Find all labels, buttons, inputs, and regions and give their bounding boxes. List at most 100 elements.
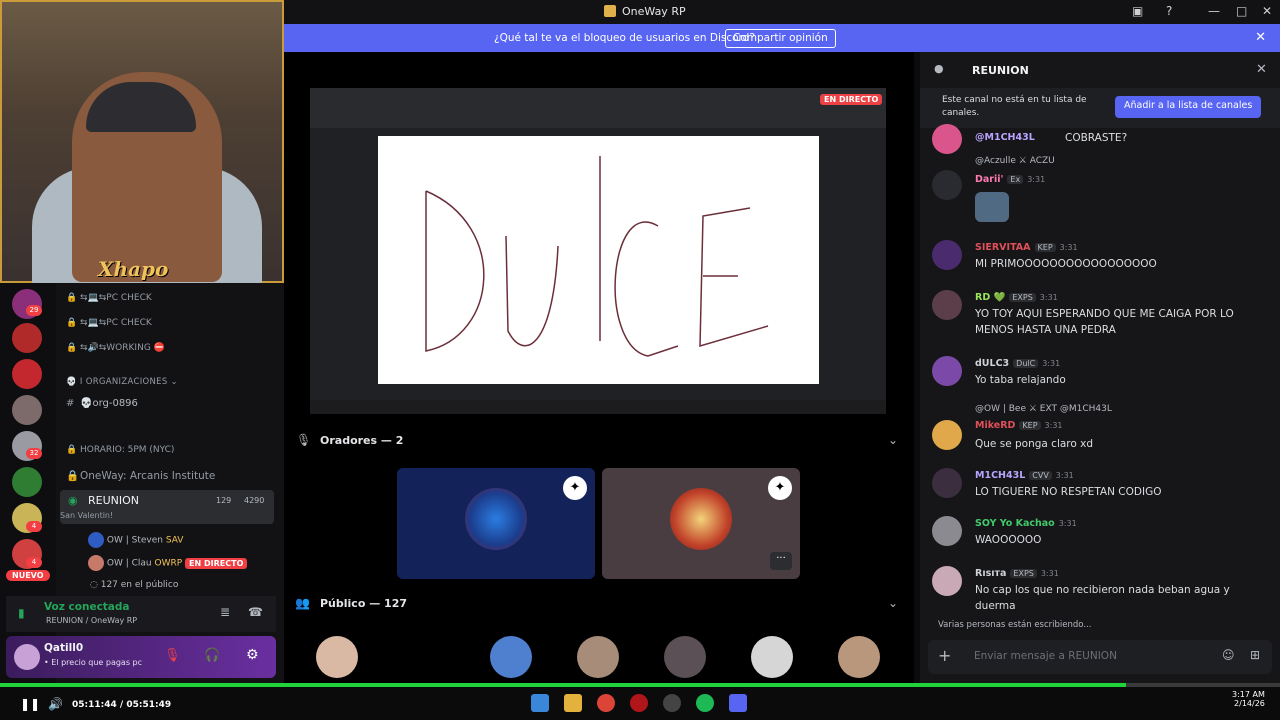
avatar[interactable]	[838, 636, 880, 678]
emoji-icon[interactable]: ☺	[1222, 648, 1235, 662]
sticker-image[interactable]	[975, 192, 1009, 222]
start-icon[interactable]	[531, 694, 549, 712]
new-badge[interactable]: NUEVO	[6, 570, 50, 581]
disconnect-icon[interactable]: ☎	[248, 605, 263, 619]
chrome-icon[interactable]	[597, 694, 615, 712]
avatar[interactable]	[932, 516, 962, 546]
screen-share-stream[interactable]	[310, 88, 886, 414]
maximize-button[interactable]: □	[1236, 4, 1247, 18]
voice-member[interactable]: OW | Clau OWRP EN DIRECTO	[88, 555, 248, 571]
channel-item[interactable]: 🔒 ⇆💻⇆PC CHECK	[66, 293, 152, 303]
stage-mod-icon: ✦	[768, 476, 792, 500]
avatar[interactable]	[932, 420, 962, 450]
avatar[interactable]	[932, 170, 962, 200]
discord-icon[interactable]	[729, 694, 747, 712]
voice-location: REUNION / OneWay RP	[46, 616, 138, 625]
server-icon[interactable]	[12, 395, 42, 425]
avatar[interactable]	[932, 290, 962, 320]
avatar[interactable]	[932, 468, 962, 498]
timestamp: 3:31	[1042, 359, 1061, 368]
close-icon[interactable]: ✕	[1255, 30, 1266, 45]
volume-icon[interactable]: 🔊	[48, 697, 63, 711]
channel-institute[interactable]: 🔒OneWay: Arcanis Institute	[66, 469, 215, 482]
avatar[interactable]	[14, 644, 40, 670]
avatar[interactable]	[316, 636, 358, 678]
message-text: MI PRIMOOOOOOOOOOOOOOOOO	[975, 258, 1157, 270]
app-icon[interactable]	[663, 694, 681, 712]
voice-status: Voz conectada	[44, 601, 130, 613]
apps-icon[interactable]: ⊞	[1250, 648, 1260, 662]
avatar[interactable]	[932, 566, 962, 596]
category-label: ORGANIZACIONES	[85, 377, 168, 387]
reply-reference[interactable]: @Aczulle ⚔ ACZU	[975, 156, 1055, 166]
chevron-down-icon[interactable]: ⌄	[888, 433, 898, 447]
lock-icon: 🔒	[66, 445, 78, 455]
mic-muted-icon[interactable]: 🎙	[164, 648, 181, 663]
spotify-icon[interactable]	[696, 694, 714, 712]
reply-reference[interactable]: @OW | Bee ⚔ EXT @M1CH43L	[975, 404, 1112, 414]
avatar[interactable]	[664, 636, 706, 678]
chat-header: ● REUNION ✕	[920, 60, 1280, 82]
role-tag: KEP	[1034, 243, 1056, 252]
message-input-placeholder[interactable]: Enviar mensaje a REUNION	[974, 650, 1117, 662]
soundboard-icon[interactable]: ≣	[220, 605, 230, 619]
close-icon[interactable]: ✕	[1256, 62, 1267, 77]
app-icon[interactable]	[630, 694, 648, 712]
author-label: MikeRD	[975, 420, 1016, 431]
typing-indicator: Varias personas están escribiendo...	[938, 620, 1092, 630]
message-author[interactable]: dULC3 DulC 3:31	[975, 358, 1060, 369]
public-count[interactable]: ◌ 127 en el público	[90, 580, 178, 590]
avatar[interactable]	[577, 636, 619, 678]
message-author[interactable]: M1CH43L CVV 3:31	[975, 470, 1074, 481]
voice-channel-reunion[interactable]: ◉ REUNION San Valentin! 129 4290	[60, 490, 274, 524]
speaker-tile[interactable]: ✦ ···	[602, 468, 800, 579]
inbox-icon[interactable]: ▣	[1132, 4, 1143, 18]
author-label: SIERVITAA	[975, 242, 1031, 253]
message-text: Yo taba relajando	[975, 374, 1066, 386]
message-author[interactable]: SIERVITAA KEP 3:31	[975, 242, 1078, 253]
member-name: OW | Clau	[106, 558, 152, 569]
server-icon[interactable]	[12, 323, 42, 353]
headphones-icon[interactable]: 🎧	[204, 648, 220, 663]
message-author[interactable]: Darii' Ex 3:31	[975, 174, 1045, 185]
file-explorer-icon[interactable]	[564, 694, 582, 712]
timestamp: 3:31	[1040, 569, 1059, 578]
server-icon[interactable]	[12, 359, 42, 389]
message-composer[interactable]: + Enviar mensaje a REUNION ☺ ⊞	[928, 640, 1272, 674]
help-icon[interactable]: ?	[1166, 4, 1172, 18]
message-text: LO TIGUERE NO RESPETAN CODIGO	[975, 486, 1162, 498]
share-feedback-button[interactable]: Compartir opinión	[725, 29, 836, 48]
category-organizaciones[interactable]: 💀 I ORGANIZACIONES ⌄	[66, 377, 178, 387]
channel-org[interactable]: # 💀org-0896	[66, 398, 138, 409]
plus-icon[interactable]: +	[938, 646, 951, 665]
avatar[interactable]	[403, 636, 445, 678]
channel-item[interactable]: 🔒 ⇆💻⇆PC CHECK	[66, 318, 152, 328]
avatar[interactable]	[490, 636, 532, 678]
chevron-down-icon[interactable]: ⌄	[888, 596, 898, 610]
role-tag: KEP	[1019, 421, 1041, 430]
voice-member[interactable]: OW | Steven SAV	[88, 532, 183, 548]
chat-panel: ● REUNION ✕ Este canal no está en tu lis…	[920, 52, 1280, 683]
avatar[interactable]	[932, 240, 962, 270]
message-author[interactable]: SOY Yo Kachao 3:31	[975, 518, 1077, 529]
message-author[interactable]: Rısıта EXPS 3:31	[975, 568, 1059, 579]
add-channel-button[interactable]: Añadir a la lista de canales	[1115, 96, 1262, 118]
message-author[interactable]: MikeRD KEP 3:31	[975, 420, 1063, 431]
speaker-tile[interactable]: ✦	[397, 468, 595, 579]
channel-schedule[interactable]: 🔒 HORARIO: 5PM (NYC)	[66, 445, 174, 455]
message-author[interactable]: @M1CH43L	[975, 132, 1035, 143]
pause-icon[interactable]: ❚❚	[20, 697, 40, 711]
close-window-button[interactable]: ✕	[1262, 4, 1272, 18]
voice-user-limit: 4290	[244, 496, 265, 505]
gear-icon[interactable]: ⚙	[246, 647, 259, 663]
more-options-icon[interactable]: ···	[770, 552, 792, 570]
channel-item[interactable]: 🔒 ⇆🔊⇆WORKING ⛔	[66, 343, 165, 353]
minimize-button[interactable]: —	[1208, 4, 1220, 18]
avatar[interactable]	[751, 636, 793, 678]
avatar[interactable]	[932, 356, 962, 386]
app-icon	[604, 5, 616, 17]
server-icon[interactable]	[12, 467, 42, 497]
server-badge: 29	[26, 305, 42, 316]
message-author[interactable]: RD 💚 EXPS 3:31	[975, 292, 1058, 303]
avatar[interactable]	[932, 124, 962, 154]
